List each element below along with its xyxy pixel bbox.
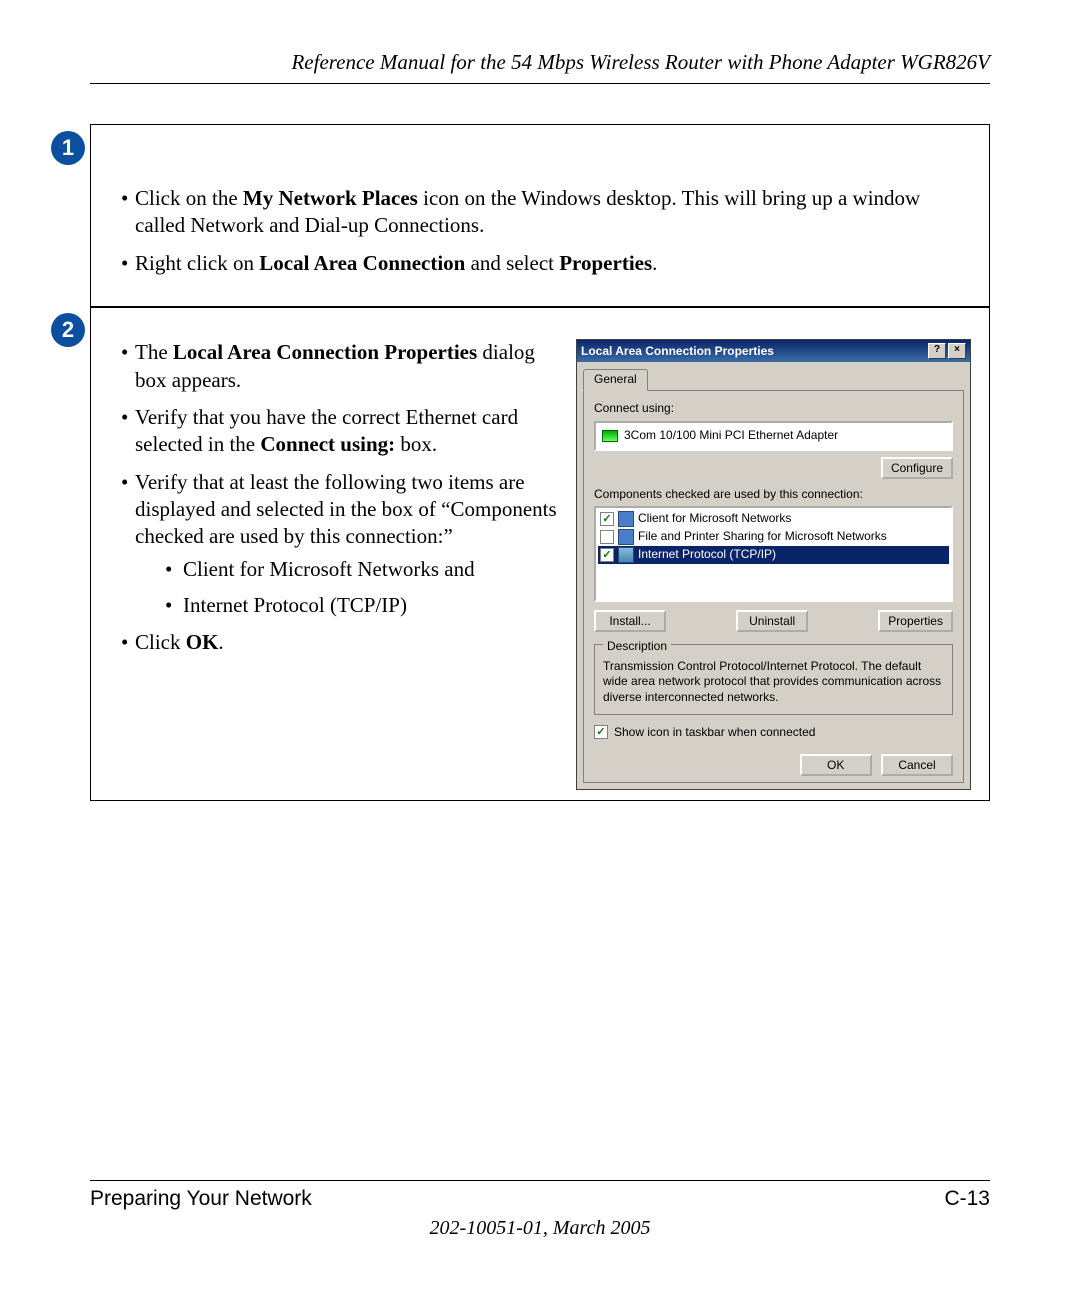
connect-using-label: Connect using: xyxy=(594,401,953,417)
step1-bullet-1: Click on the My Network Places icon on t… xyxy=(121,185,971,240)
tab-general[interactable]: General xyxy=(583,369,648,391)
footer-right: C-13 xyxy=(944,1187,990,1211)
components-label: Components checked are used by this conn… xyxy=(594,487,953,503)
dialog-title: Local Area Connection Properties xyxy=(581,344,926,360)
step2-sub-1: Client for Microsoft Networks and xyxy=(165,556,564,583)
component-item-3[interactable]: Internet Protocol (TCP/IP) xyxy=(598,546,949,564)
footer-rule xyxy=(90,1180,990,1181)
step2-bullet-3: Verify that at least the following two i… xyxy=(121,469,564,619)
nic-field: 3Com 10/100 Mini PCI Ethernet Adapter xyxy=(594,421,953,451)
step-1-badge: 1 xyxy=(51,131,85,165)
checkbox-icon[interactable] xyxy=(600,548,614,562)
step1-bullet-2: Right click on Local Area Connection and… xyxy=(121,250,971,277)
ok-button[interactable]: OK xyxy=(800,754,872,776)
printer-icon xyxy=(618,529,634,545)
dialog-close-button[interactable]: × xyxy=(948,343,966,359)
client-icon xyxy=(618,511,634,527)
step2-bullet-2: Verify that you have the correct Etherne… xyxy=(121,404,564,459)
step-2-box: 2 The Local Area Connection Properties d… xyxy=(90,306,990,801)
properties-dialog: Local Area Connection Properties ? × Gen… xyxy=(576,339,971,790)
properties-button[interactable]: Properties xyxy=(878,610,953,632)
components-list[interactable]: Client for Microsoft Networks File and P… xyxy=(594,506,953,602)
checkbox-icon[interactable] xyxy=(600,512,614,526)
step-1-box: 1 Click on the My Network Places icon on… xyxy=(90,124,990,308)
description-group: Description Transmission Control Protoco… xyxy=(594,644,953,714)
footer-left: Preparing Your Network xyxy=(90,1187,312,1211)
page-header-title: Reference Manual for the 54 Mbps Wireles… xyxy=(90,50,990,83)
configure-button[interactable]: Configure xyxy=(881,457,953,479)
tcpip-icon xyxy=(618,547,634,563)
step2-bullet-1: The Local Area Connection Properties dia… xyxy=(121,339,564,394)
footer-date: 202-10051-01, March 2005 xyxy=(90,1217,990,1240)
show-icon-label: Show icon in taskbar when connected xyxy=(614,725,815,741)
dialog-help-button[interactable]: ? xyxy=(928,343,946,359)
dialog-titlebar: Local Area Connection Properties ? × xyxy=(577,340,970,362)
header-rule xyxy=(90,83,990,84)
checkbox-icon[interactable] xyxy=(600,530,614,544)
nic-name: 3Com 10/100 Mini PCI Ethernet Adapter xyxy=(624,428,838,444)
step2-sub-2: Internet Protocol (TCP/IP) xyxy=(165,592,564,619)
description-legend: Description xyxy=(603,639,671,653)
component-item-2[interactable]: File and Printer Sharing for Microsoft N… xyxy=(598,528,949,546)
uninstall-button[interactable]: Uninstall xyxy=(736,610,808,632)
nic-icon xyxy=(602,430,618,442)
step2-bullet-4: Click OK. xyxy=(121,629,564,656)
install-button[interactable]: Install... xyxy=(594,610,666,632)
show-icon-checkbox[interactable] xyxy=(594,725,608,739)
description-text: Transmission Control Protocol/Internet P… xyxy=(603,659,944,706)
step-2-badge: 2 xyxy=(51,313,85,347)
component-item-1[interactable]: Client for Microsoft Networks xyxy=(598,510,949,528)
cancel-button[interactable]: Cancel xyxy=(881,754,953,776)
